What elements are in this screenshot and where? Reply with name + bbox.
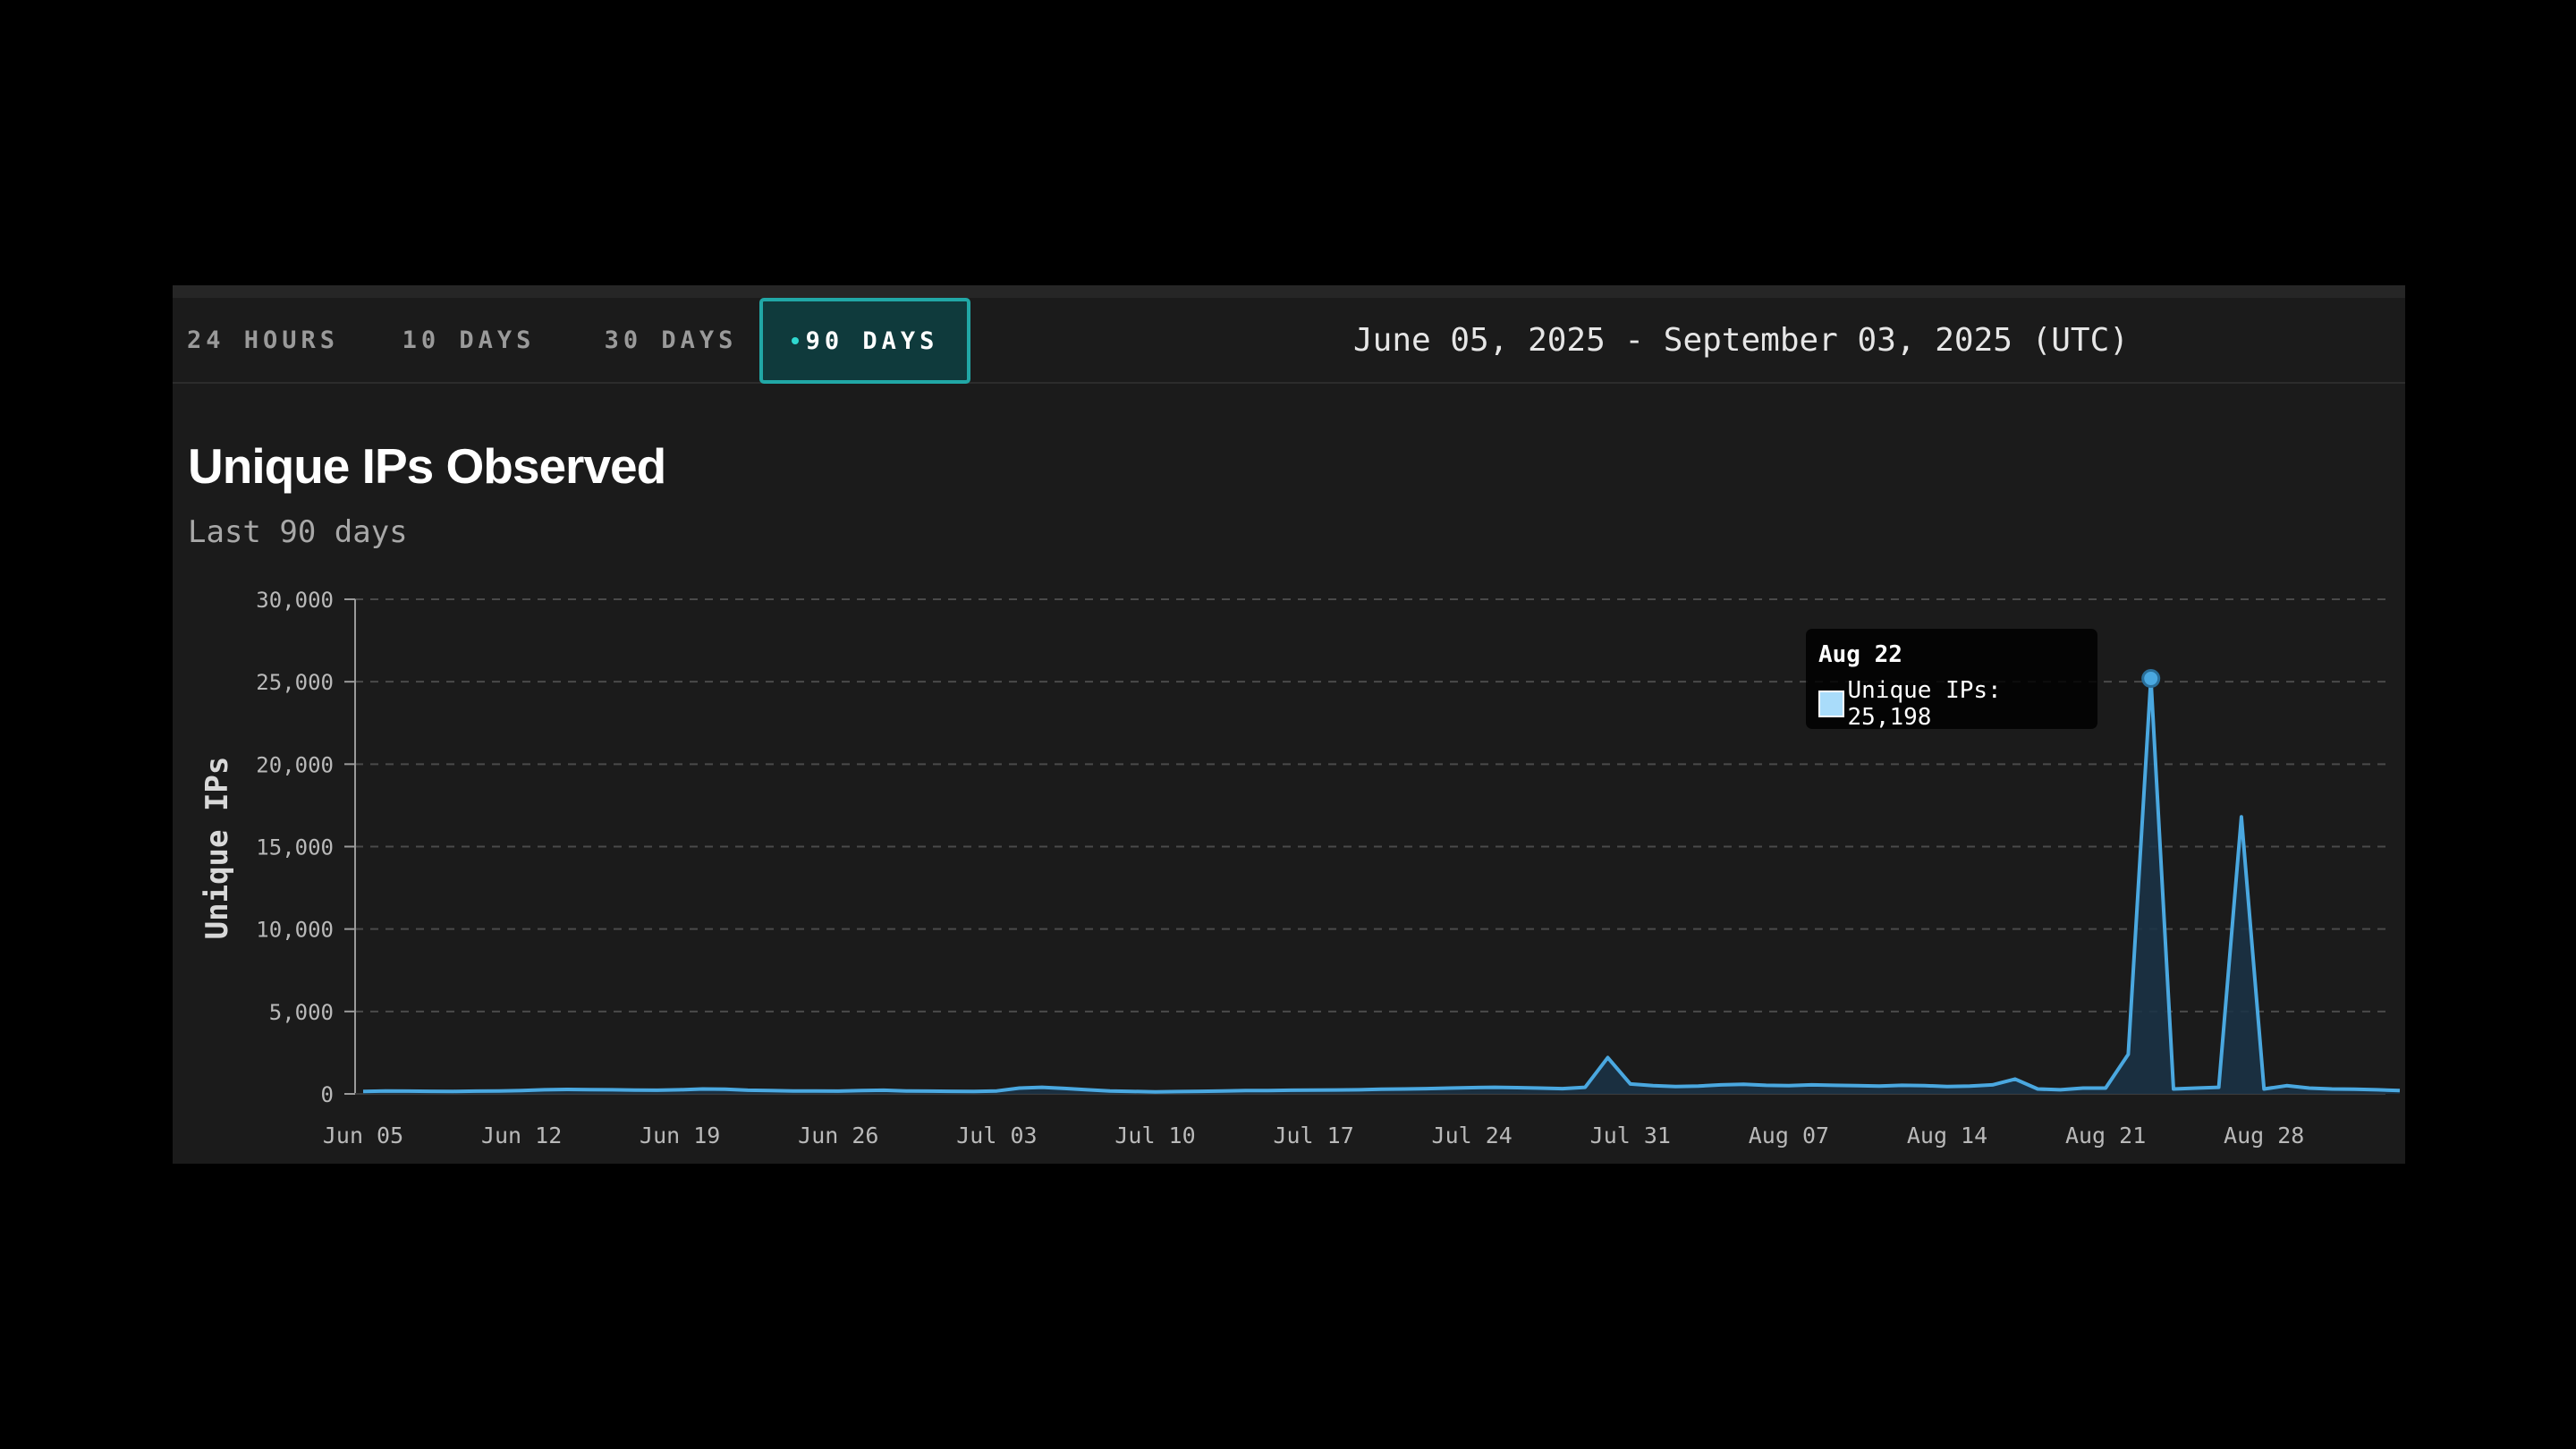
x-tick-label: Jun 19	[640, 1123, 720, 1148]
series-line	[362, 676, 2401, 1094]
y-tick-label: 10,000	[256, 918, 334, 943]
x-tick-label: Jun 26	[798, 1123, 878, 1148]
tooltip-swatch	[1818, 691, 1844, 717]
x-tick-label: Jul 24	[1432, 1123, 1513, 1148]
x-tick-label: Aug 21	[2065, 1123, 2146, 1148]
y-tick-label: 15,000	[256, 835, 334, 860]
series-area	[363, 678, 2400, 1094]
y-tick-label: 25,000	[256, 670, 334, 695]
tooltip-value: Unique IPs: 25,198	[1847, 677, 2002, 731]
x-tick-label: Aug 28	[2224, 1123, 2304, 1148]
y-tick-label: 20,000	[256, 752, 334, 777]
x-tick-label: Jul 17	[1273, 1123, 1353, 1148]
y-tick-label: 5,000	[269, 1000, 334, 1025]
x-tick-label: Jul 10	[1114, 1123, 1195, 1148]
chart-tooltip: Aug 22 Unique IPs: 25,198	[1806, 629, 2097, 731]
x-tick-label: Jul 31	[1590, 1123, 1671, 1148]
x-tick-label: Jun 05	[323, 1123, 403, 1148]
tooltip-title: Aug 22	[1818, 641, 1902, 668]
y-tick-label: 30,000	[256, 588, 334, 613]
y-axis-label: Unique IPs	[199, 757, 235, 940]
x-tick-label: Jun 12	[481, 1123, 562, 1148]
unique-ips-chart[interactable]: 0 5,000 10,000 15,000 20,000 25,000 30,000 Uniq…	[0, 0, 2576, 1449]
tooltip-row: Unique IPs: 25,198	[1818, 677, 2085, 731]
y-tick-label: 0	[321, 1082, 334, 1107]
hovered-data-point	[2141, 669, 2161, 689]
x-tick-label: Aug 14	[1907, 1123, 1987, 1148]
x-tick-label: Jul 03	[956, 1123, 1037, 1148]
x-tick-label: Aug 07	[1749, 1123, 1829, 1148]
